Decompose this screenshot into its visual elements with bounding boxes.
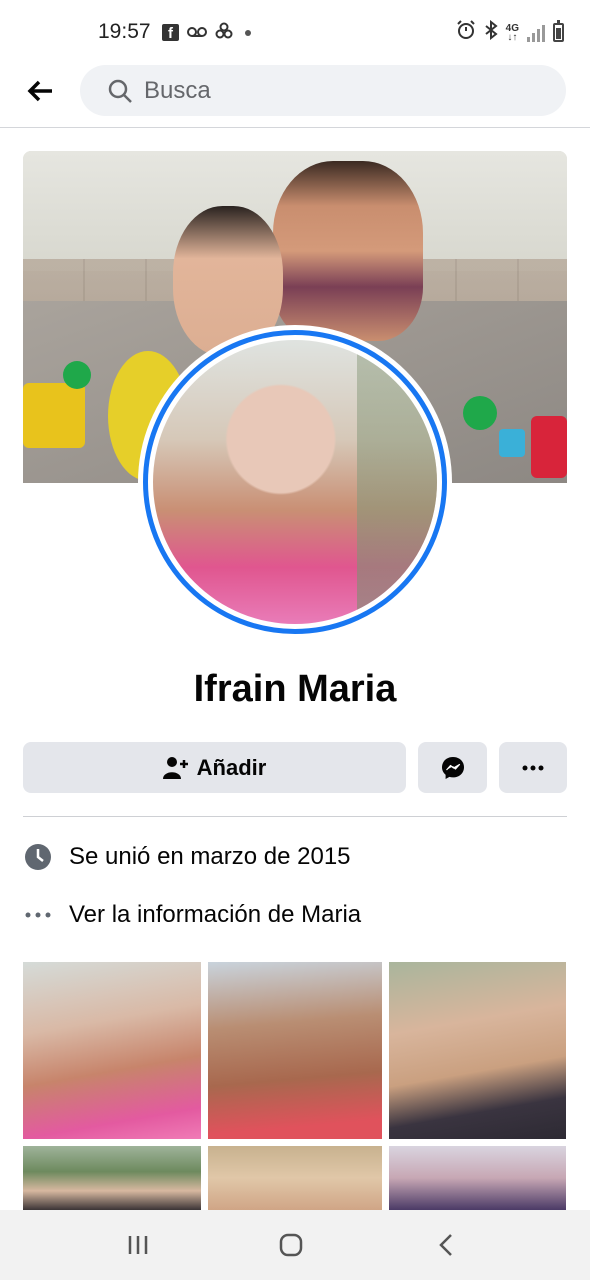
messenger-button[interactable] — [418, 742, 487, 793]
status-bar: 19:57 f 4G ↓↑ — [0, 0, 590, 64]
add-friend-button[interactable]: Añadir — [23, 742, 406, 793]
photo-thumbnail[interactable] — [23, 1146, 201, 1210]
alarm-icon — [456, 20, 476, 45]
network-label: 4G — [505, 22, 519, 34]
clock-icon — [23, 842, 53, 872]
notification-dot — [245, 29, 251, 36]
system-back-button[interactable] — [426, 1230, 466, 1260]
add-friend-label: Añadir — [196, 754, 267, 780]
status-time: 19:57 — [98, 20, 151, 43]
voicemail-icon — [187, 24, 207, 41]
photo-thumbnail[interactable] — [389, 962, 566, 1139]
status-left-icons: f — [162, 22, 251, 43]
joined-date-text: Se unió en marzo de 2015 — [69, 843, 351, 870]
cover-toy-ball-green2 — [463, 396, 497, 430]
cover-toy-red — [531, 416, 567, 478]
arrow-left-icon — [27, 80, 52, 102]
more-icon — [522, 765, 544, 770]
battery-icon — [553, 20, 564, 42]
search-icon — [108, 79, 132, 103]
signal-icon — [527, 24, 545, 42]
facebook-icon: f — [162, 24, 179, 41]
more-options-button[interactable] — [499, 742, 567, 793]
back-button[interactable] — [22, 76, 58, 106]
cover-woman — [273, 161, 423, 341]
more-dots-icon — [23, 900, 53, 930]
chevron-left-icon — [439, 1234, 452, 1256]
cover-toy-ball-green — [63, 361, 91, 389]
avatar-photo — [153, 340, 437, 624]
app-icon — [215, 22, 233, 43]
section-divider — [23, 816, 567, 817]
photo-grid — [23, 962, 567, 1210]
joined-date-row: Se unió en marzo de 2015 — [23, 842, 351, 872]
search-header: Busca — [0, 64, 590, 128]
photo-thumbnail[interactable] — [23, 962, 201, 1139]
photo-thumbnail[interactable] — [389, 1146, 566, 1210]
bluetooth-icon — [484, 19, 498, 45]
about-info-row[interactable]: Ver la información de Maria — [23, 900, 361, 930]
photo-thumbnail[interactable] — [208, 962, 382, 1139]
network-4g-icon: 4G ↓↑ — [505, 22, 519, 43]
recent-apps-button[interactable] — [118, 1230, 158, 1260]
status-right-icons: 4G ↓↑ — [456, 19, 564, 45]
messenger-icon — [441, 756, 464, 779]
profile-name: Ifrain Maria — [193, 668, 397, 710]
profile-avatar[interactable] — [138, 325, 452, 639]
photo-thumbnail[interactable] — [208, 1146, 382, 1210]
recent-apps-icon — [128, 1236, 148, 1254]
search-input[interactable]: Busca — [80, 65, 566, 116]
search-placeholder: Busca — [144, 76, 211, 104]
system-nav-bar — [0, 1210, 590, 1280]
home-icon — [279, 1233, 303, 1257]
avatar-background — [357, 340, 437, 624]
add-friend-icon — [162, 756, 188, 779]
avatar-ring — [143, 330, 447, 634]
cover-toy-bucket — [23, 383, 85, 448]
home-button[interactable] — [271, 1230, 311, 1260]
cover-toy-cup — [499, 429, 525, 457]
about-info-text: Ver la información de Maria — [69, 901, 362, 928]
